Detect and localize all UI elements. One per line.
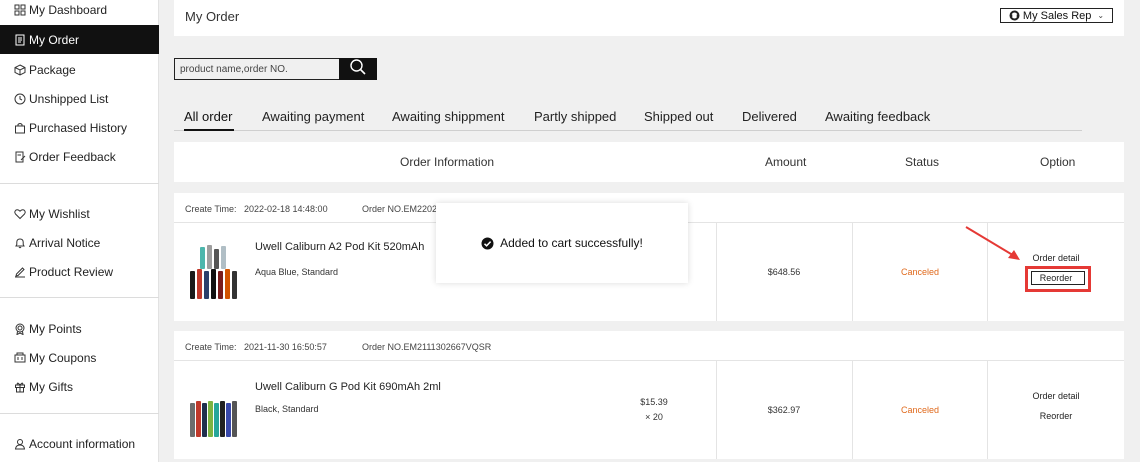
column-option: Option [1040, 155, 1076, 169]
create-time-label: Create Time: [185, 204, 237, 214]
user-icon [14, 438, 26, 450]
headset-icon [1009, 10, 1020, 21]
order-detail-link[interactable]: Order detail [988, 391, 1124, 401]
sidebar-item-dashboard[interactable]: My Dashboard [0, 0, 159, 24]
create-time: 2021-11-30 16:50:57 [244, 342, 327, 352]
sidebar-item-wishlist[interactable]: My Wishlist [0, 199, 159, 228]
sidebar-item-label: Unshipped List [29, 91, 109, 106]
sidebar-item-label: My Points [29, 321, 82, 336]
tab-partly-shipped[interactable]: Partly shipped [534, 109, 616, 124]
sidebar-item-my-coupons[interactable]: My Coupons [0, 343, 159, 372]
sidebar-item-my-gifts[interactable]: My Gifts [0, 372, 159, 401]
medal-icon [14, 323, 26, 335]
quantity: × 20 [645, 412, 663, 422]
search-input[interactable] [174, 58, 340, 80]
order-amount: $362.97 [767, 405, 801, 415]
sidebar-item-label: Purchased History [29, 120, 128, 135]
sidebar-item-label: Arrival Notice [29, 235, 101, 250]
clock-icon [14, 93, 26, 105]
sidebar-item-label: Order Feedback [29, 149, 116, 164]
sidebar-item-label: My Wishlist [29, 206, 90, 221]
coupon-icon [14, 352, 26, 364]
sidebar-item-purchased-history[interactable]: Purchased History [0, 113, 159, 142]
sidebar-item-product-review[interactable]: Product Review [0, 257, 159, 286]
grid-icon [14, 4, 26, 16]
create-time: 2022-02-18 14:48:00 [244, 204, 328, 214]
table-header: Order Information Amount Status Option [174, 142, 1124, 182]
product-image[interactable] [188, 381, 244, 439]
heart-icon [14, 208, 26, 220]
sidebar-item-package[interactable]: Package [0, 55, 159, 84]
unit-price: $15.39 [640, 397, 668, 407]
sidebar-item-label: My Coupons [29, 350, 97, 365]
sidebar-item-label: My Order [29, 32, 80, 47]
sidebar-divider [0, 297, 159, 298]
create-time-label: Create Time: [185, 342, 237, 352]
column-divider [987, 361, 988, 459]
search-icon [349, 58, 367, 81]
product-variant: Black, Standard [255, 404, 319, 414]
sidebar-item-label: My Gifts [29, 379, 73, 394]
document-icon [14, 34, 26, 46]
product-variant: Aqua Blue, Standard [255, 267, 339, 277]
order-meta: Create Time: 2021-11-30 16:50:57 Order N… [174, 331, 1124, 361]
active-tab-indicator [184, 129, 234, 131]
sidebar-item-my-points[interactable]: My Points [0, 314, 159, 343]
sidebar-item-label: My Dashboard [29, 2, 108, 17]
order-number: Order NO.EM2111302667VQSR [362, 342, 492, 352]
tab-awaiting-feedback[interactable]: Awaiting feedback [825, 109, 930, 124]
sidebar-divider [0, 183, 159, 184]
sidebar-item-label: Account information [29, 436, 136, 451]
order-tabs: All order Awaiting payment Awaiting ship… [174, 106, 1082, 131]
column-status: Status [905, 155, 940, 169]
sidebar-item-account-information[interactable]: Account information [0, 429, 159, 458]
sidebar-item-unshipped-list[interactable]: Unshipped List [0, 84, 159, 113]
tab-delivered[interactable]: Delivered [742, 109, 797, 124]
sidebar-divider [0, 413, 159, 414]
sidebar-item-my-order[interactable]: My Order [0, 25, 159, 54]
sales-rep-label: My Sales Rep [1022, 9, 1092, 22]
box-icon [14, 63, 26, 76]
check-circle-icon [481, 237, 494, 250]
gift-icon [14, 381, 26, 393]
sidebar-item-label: Package [29, 62, 76, 77]
tab-shipped-out[interactable]: Shipped out [644, 109, 713, 124]
reorder-button[interactable]: Reorder [988, 411, 1124, 421]
tab-all-order[interactable]: All order [184, 109, 232, 124]
feedback-icon [14, 151, 26, 163]
order-number: Order NO.EM2202 [362, 204, 438, 214]
order-card: Create Time: 2021-11-30 16:50:57 Order N… [174, 331, 1124, 459]
order-row: Uwell Caliburn G Pod Kit 690mAh 2ml Blac… [174, 361, 1124, 459]
chevron-down-icon: ⌄ [1097, 11, 1105, 20]
sidebar-item-order-feedback[interactable]: Order Feedback [0, 142, 159, 171]
column-order-information: Order Information [400, 155, 495, 169]
product-name[interactable]: Uwell Caliburn G Pod Kit 690mAh 2ml [255, 381, 441, 393]
column-amount: Amount [765, 155, 807, 169]
tab-awaiting-shippment[interactable]: Awaiting shippment [392, 109, 505, 124]
toast-message: Added to cart successfully! [500, 236, 643, 250]
search-button[interactable] [339, 58, 377, 80]
sales-rep-dropdown[interactable]: My Sales Rep ⌄ [1000, 8, 1113, 23]
arrow-annotation-icon [965, 226, 1020, 260]
product-image[interactable] [188, 243, 244, 301]
bag-icon [14, 122, 26, 134]
toast-notification: Added to cart successfully! [436, 203, 688, 283]
order-amount: $648.56 [767, 267, 801, 277]
sidebar: My Dashboard My Order Package Unshipped … [0, 0, 159, 462]
page-title: My Order [185, 9, 240, 24]
sidebar-item-arrival-notice[interactable]: Arrival Notice [0, 228, 159, 257]
page-header: My Order My Sales Rep ⌄ [174, 0, 1124, 36]
order-status: Canceled [900, 405, 940, 415]
sidebar-item-label: Product Review [29, 264, 114, 279]
bell-icon [14, 237, 26, 249]
order-status: Canceled [900, 267, 940, 277]
product-name[interactable]: Uwell Caliburn A2 Pod Kit 520mAh [255, 241, 424, 253]
pencil-icon [14, 266, 26, 278]
reorder-button-border [1031, 271, 1085, 285]
tab-awaiting-payment[interactable]: Awaiting payment [262, 109, 364, 124]
